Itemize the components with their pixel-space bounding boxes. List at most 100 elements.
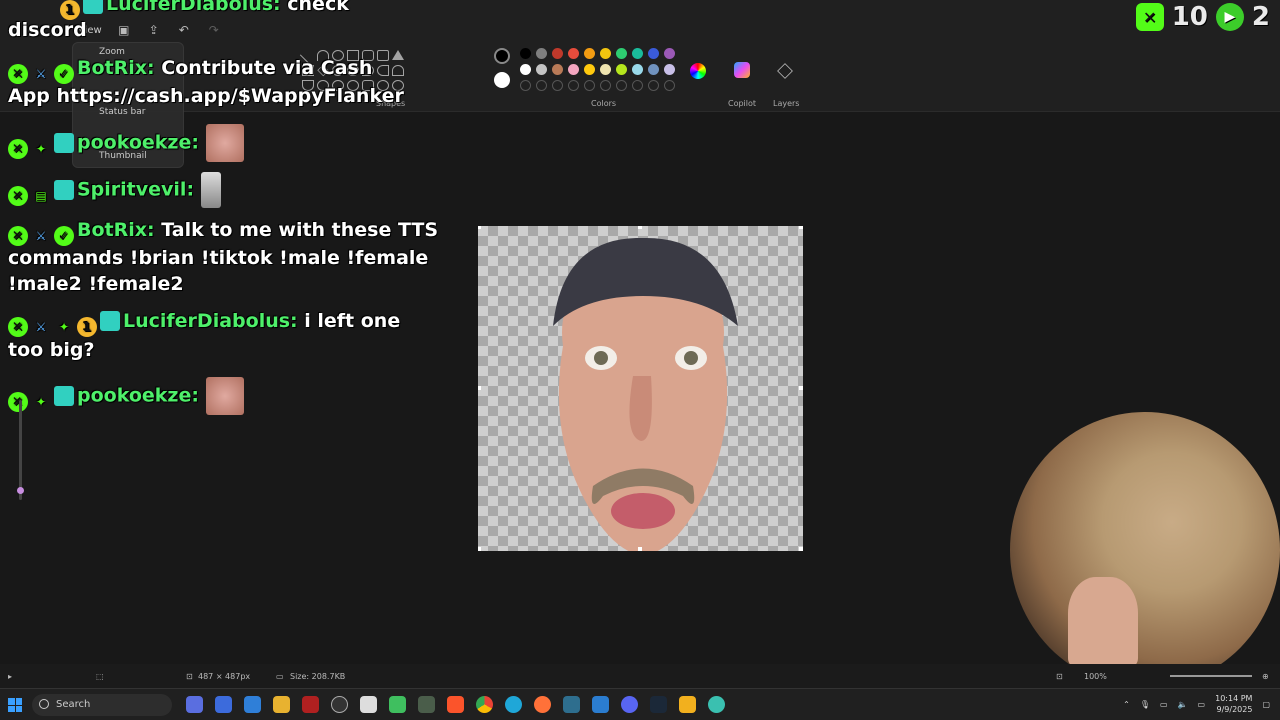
verified-badge-icon: ✓ — [54, 64, 74, 84]
custom-color-slot[interactable] — [632, 80, 643, 91]
steam-icon[interactable] — [650, 696, 667, 713]
edit-colors-icon[interactable] — [690, 63, 706, 79]
custom-color-slot[interactable] — [600, 80, 611, 91]
chat-username: pookoekze: — [77, 384, 199, 407]
colors-group-label: Colors — [591, 99, 617, 108]
color-swatch[interactable] — [616, 64, 627, 75]
chat-continuation: commands !brian !tiktok !male !female — [8, 247, 429, 269]
color-swatch[interactable] — [584, 48, 595, 59]
mic-icon[interactable]: 🎙 — [1140, 700, 1150, 709]
color-swatch[interactable] — [664, 48, 675, 59]
chat-message: ✕ ✦ pookoekze: — [8, 377, 244, 415]
color-swatch[interactable] — [552, 64, 563, 75]
app-icon-5[interactable] — [302, 696, 319, 713]
battery-icon[interactable]: ▭ — [1198, 700, 1206, 709]
resize-handle-br[interactable] — [799, 547, 803, 551]
app-icon-7[interactable] — [360, 696, 377, 713]
file-explorer-icon[interactable] — [273, 696, 290, 713]
zoom-slider[interactable] — [1170, 675, 1252, 677]
app-icon-14[interactable] — [563, 696, 580, 713]
color-swatch[interactable] — [584, 64, 595, 75]
color-swatch[interactable] — [632, 48, 643, 59]
app-icon-3[interactable] — [244, 696, 261, 713]
brave-icon[interactable] — [447, 696, 464, 713]
tray-chevron-icon[interactable]: ⌃ — [1123, 700, 1130, 709]
color-swatch[interactable] — [520, 64, 531, 75]
color-swatch[interactable] — [568, 64, 579, 75]
sub-badge-icon — [100, 311, 120, 331]
chat-username: Spiritvevil: — [77, 178, 195, 201]
app-icon-8[interactable] — [389, 696, 406, 713]
kick-badge-icon: ✕ — [8, 226, 28, 246]
selection-icon: ⬚ — [96, 672, 104, 681]
windows-start-icon[interactable] — [8, 698, 22, 712]
app-icon-18[interactable] — [679, 696, 696, 713]
chat-text: Talk to me with these TTS — [161, 219, 439, 241]
app-icon-9[interactable] — [418, 696, 435, 713]
resize-handle-t[interactable] — [638, 226, 642, 229]
copilot-icon[interactable] — [734, 62, 750, 78]
notifications-icon[interactable]: ▢ — [1262, 700, 1270, 709]
custom-color-slot[interactable] — [536, 80, 547, 91]
diamond-badge-icon: ✦ — [35, 394, 47, 409]
color-swatch[interactable] — [536, 48, 547, 59]
system-tray: ⌃ 🎙 ▭ 🔈 ▭ 10:14 PM 9/9/2025 ▢ — [1123, 693, 1270, 715]
custom-color-slot[interactable] — [616, 80, 627, 91]
color-swatch[interactable] — [568, 48, 579, 59]
color-swatch[interactable] — [552, 48, 563, 59]
color-swatch[interactable] — [600, 48, 611, 59]
firefox-icon[interactable] — [534, 696, 551, 713]
app-icon-6[interactable] — [331, 696, 348, 713]
color-swatch[interactable] — [616, 48, 627, 59]
figure-emote-icon — [200, 172, 221, 208]
custom-color-slot[interactable] — [568, 80, 579, 91]
resize-handle-l[interactable] — [478, 386, 481, 390]
custom-color-slot[interactable] — [648, 80, 659, 91]
paint-canvas[interactable] — [478, 226, 803, 551]
dimensions-icon: ⊡ — [186, 672, 193, 681]
custom-color-slot[interactable] — [664, 80, 675, 91]
color-swatch[interactable] — [648, 64, 659, 75]
secondary-color[interactable] — [494, 72, 510, 88]
color-swatch[interactable] — [520, 48, 531, 59]
resize-handle-b[interactable] — [638, 547, 642, 551]
volume-icon[interactable]: 🔈 — [1178, 700, 1188, 709]
app-icon-1[interactable] — [186, 696, 203, 713]
resize-handle-tr[interactable] — [799, 226, 803, 229]
resize-handle-tl[interactable] — [478, 226, 481, 229]
filesize-icon: ▭ — [276, 672, 284, 681]
vscode-icon[interactable] — [592, 696, 609, 713]
chrome-icon[interactable] — [476, 696, 493, 713]
edge-icon[interactable] — [505, 696, 522, 713]
network-icon[interactable]: ▭ — [1160, 700, 1168, 709]
resize-handle-bl[interactable] — [478, 547, 481, 551]
custom-color-slot[interactable] — [552, 80, 563, 91]
slider-thumb[interactable] — [17, 487, 24, 494]
pointer-icon: ▸ — [8, 672, 13, 681]
custom-color-slot[interactable] — [520, 80, 531, 91]
chat-username: BotRix: — [77, 219, 155, 241]
zoom-in-icon[interactable]: ⊕ — [1262, 672, 1269, 681]
fit-window-icon[interactable]: ⊡ — [1056, 672, 1063, 681]
color-swatch[interactable] — [648, 48, 659, 59]
secondary-count: 2 — [1251, 2, 1270, 32]
taskbar-search[interactable]: Search — [32, 694, 172, 716]
taskbar-apps — [186, 696, 725, 713]
primary-color[interactable] — [494, 48, 510, 64]
gift-badge-icon: 1 — [77, 317, 97, 337]
app-icon-2[interactable] — [215, 696, 232, 713]
paint-icon[interactable] — [708, 696, 725, 713]
custom-color-slot[interactable] — [584, 80, 595, 91]
taskbar-clock[interactable]: 10:14 PM 9/9/2025 — [1215, 693, 1252, 715]
color-swatch[interactable] — [664, 64, 675, 75]
sub-badge-icon — [54, 179, 74, 200]
brush-size-slider[interactable] — [19, 400, 22, 500]
chat-continuation: too big? — [8, 339, 95, 361]
color-swatch[interactable] — [632, 64, 643, 75]
layers-icon[interactable] — [777, 63, 793, 79]
color-swatch[interactable] — [600, 64, 611, 75]
zoom-level[interactable]: 100% — [1084, 672, 1107, 681]
color-swatch[interactable] — [536, 64, 547, 75]
discord-icon[interactable] — [621, 696, 638, 713]
resize-handle-r[interactable] — [799, 386, 803, 390]
